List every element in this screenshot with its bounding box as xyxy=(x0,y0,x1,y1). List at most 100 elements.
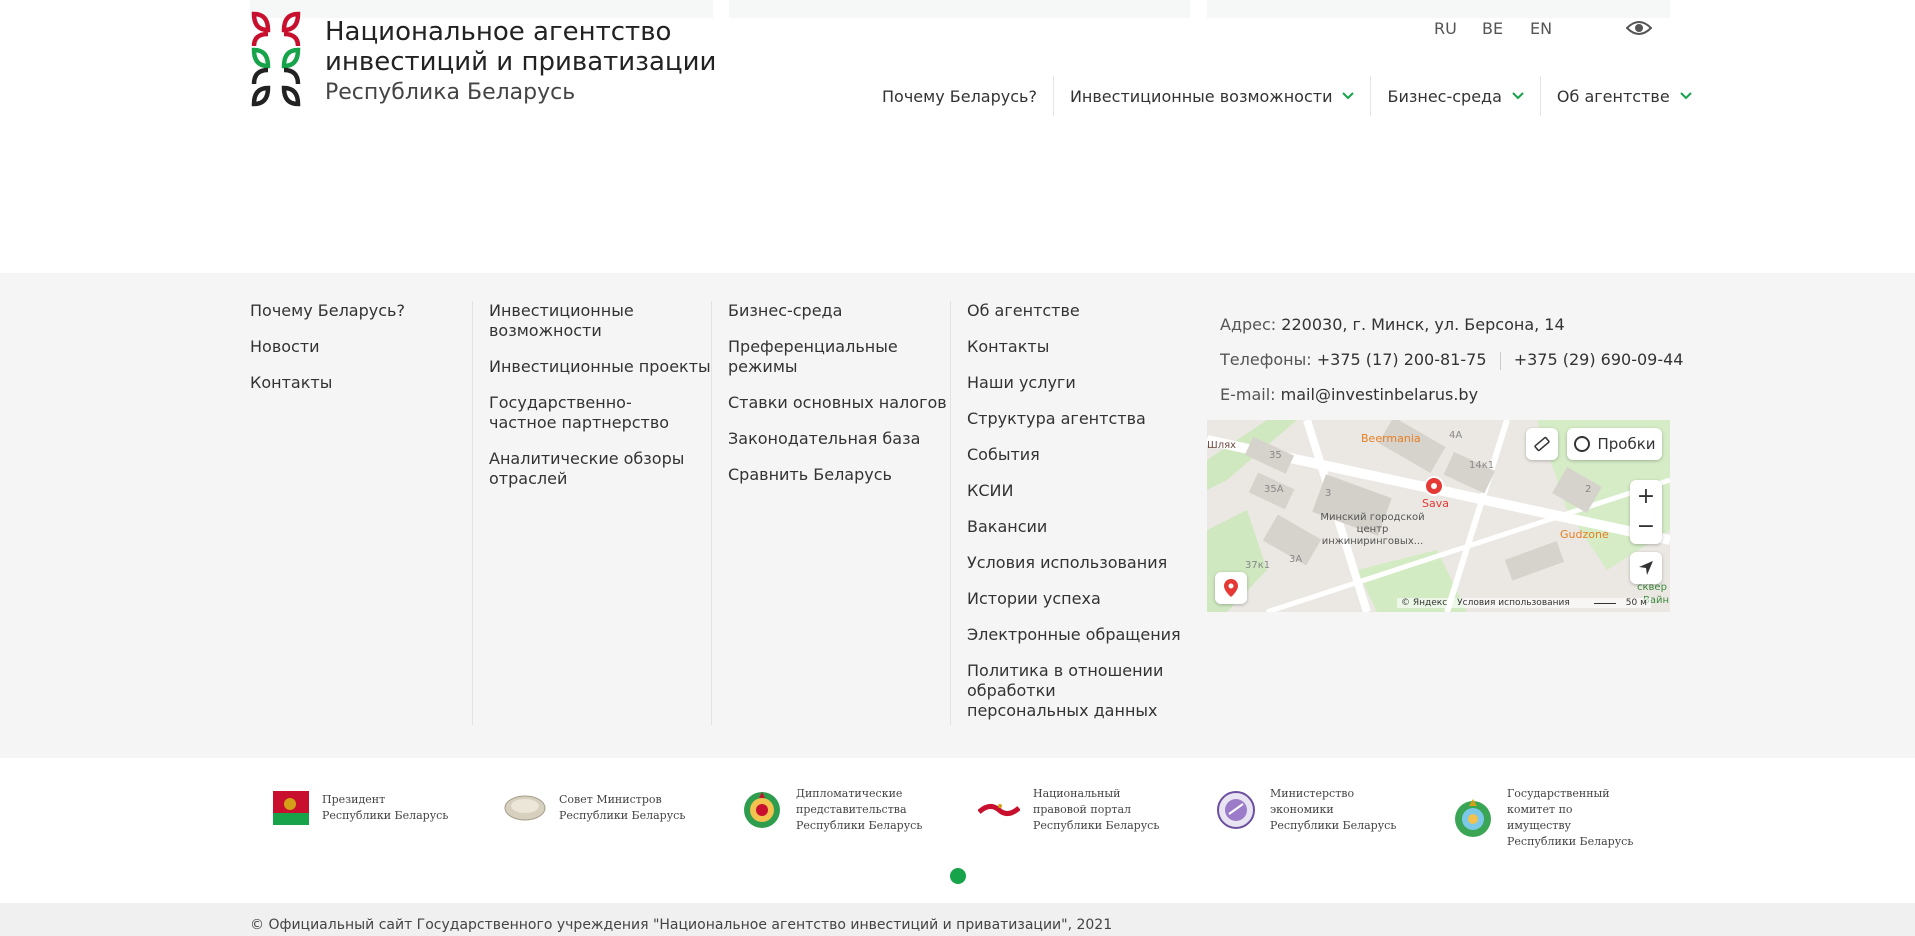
traffic-label: Пробки xyxy=(1597,435,1656,453)
chevron-down-icon xyxy=(1679,92,1692,100)
map-label-building: 4А xyxy=(1449,430,1463,441)
main-nav: Почему Беларусь? Инвестиционные возможно… xyxy=(870,76,1708,116)
map-poi-label: Gudzone xyxy=(1560,528,1609,541)
map-geolocate-button[interactable] xyxy=(1630,552,1662,584)
brand-title[interactable]: Национальное агентство инвестиций и прив… xyxy=(325,17,716,108)
contact-address: Адрес: 220030, г. Минск, ул. Берсона, 14 xyxy=(1220,315,1683,335)
footer-link[interactable]: Политика в отношении обработки персональ… xyxy=(967,661,1182,721)
yandex-map[interactable]: Шлях 35 35А 3 3А 37к1 4А 14к1 2 Beermani… xyxy=(1207,420,1670,612)
footer-link[interactable]: Государственно-частное партнерство xyxy=(489,393,699,433)
address-value: 220030, г. Минск, ул. Берсона, 14 xyxy=(1281,315,1565,334)
carousel-pagination-dot[interactable] xyxy=(950,868,966,884)
footer-link[interactable]: Преференциальные режимы xyxy=(728,337,898,377)
zoom-in-button[interactable]: + xyxy=(1637,482,1655,512)
partner-link[interactable]: Дипломатические представительства Респуб… xyxy=(740,786,926,834)
column-divider xyxy=(472,301,473,725)
agency-logo-icon[interactable] xyxy=(250,10,302,108)
footer-link[interactable]: Контакты xyxy=(967,337,1192,357)
contact-email: E-mail: mail@investinbelarus.by xyxy=(1220,385,1683,405)
partner-link[interactable]: Национальный правовой портал Республики … xyxy=(977,786,1163,834)
footer-link[interactable]: Электронные обращения xyxy=(967,625,1192,645)
partner-name: Дипломатические представительства Респуб… xyxy=(796,787,923,832)
footer-link[interactable]: КСИИ xyxy=(967,481,1192,501)
phone-divider xyxy=(1499,351,1501,370)
partners-carousel: Президент Республики Беларусь Совет Мини… xyxy=(0,758,1915,903)
ruler-icon xyxy=(1534,436,1550,452)
map-label-street: Шлях xyxy=(1207,440,1237,451)
footer-link[interactable]: Сравнить Беларусь xyxy=(728,465,953,485)
location-pin-icon xyxy=(1224,579,1238,597)
footer-link[interactable]: Новости xyxy=(250,337,475,357)
footer-col-3: Бизнес-среда Преференциальные режимы Ста… xyxy=(728,301,953,501)
map-label-building: 14к1 xyxy=(1469,460,1495,471)
nav-investment-opportunities[interactable]: Инвестиционные возможности xyxy=(1052,76,1371,116)
brand-line-2: инвестиций и приватизации xyxy=(325,47,717,77)
brand-line-1: Национальное агентство xyxy=(325,17,672,47)
footer-link[interactable]: Аналитические обзоры отраслей xyxy=(489,449,689,489)
ministry-economy-icon xyxy=(1214,788,1258,832)
map-traffic-button[interactable]: Пробки xyxy=(1567,428,1662,460)
footer-link[interactable]: События xyxy=(967,445,1192,465)
coat-of-arms-icon xyxy=(740,788,784,832)
footer-link[interactable]: Условия использования xyxy=(967,553,1192,573)
phone-label: Телефоны: xyxy=(1220,350,1312,369)
footer-col-1: Почему Беларусь? Новости Контакты xyxy=(250,301,475,409)
map-scale-label: 50 м xyxy=(1625,598,1647,608)
nav-label: Бизнес-среда xyxy=(1387,86,1502,106)
footer-link[interactable]: Почему Беларусь? xyxy=(250,301,475,321)
map-poi-label: Sava xyxy=(1422,497,1449,510)
lang-ru[interactable]: RU xyxy=(1434,19,1482,38)
footer-link[interactable]: Бизнес-среда xyxy=(728,301,953,321)
partner-link[interactable]: Президент Республики Беларусь xyxy=(266,786,452,830)
council-of-ministers-icon xyxy=(503,786,547,830)
footer-link[interactable]: Инвестиционные возможности xyxy=(489,301,659,341)
lang-en[interactable]: EN xyxy=(1530,19,1578,38)
footer-link[interactable]: Инвестиционные проекты xyxy=(489,357,714,377)
footer-link[interactable]: Ставки основных налогов xyxy=(728,393,953,413)
phone-link[interactable]: +375 (17) 200-81-75 xyxy=(1317,350,1487,369)
brand-subtitle: Республика Беларусь xyxy=(325,80,576,105)
map-pin-button[interactable] xyxy=(1215,572,1247,604)
footer-link[interactable]: Законодательная база xyxy=(728,429,953,449)
address-label: Адрес: xyxy=(1220,315,1277,334)
president-flag-icon xyxy=(266,786,310,830)
copyright-text: © Официальный сайт Государственного учре… xyxy=(250,917,1113,933)
footer-link[interactable]: Контакты xyxy=(250,373,475,393)
lang-be[interactable]: BE xyxy=(1482,19,1530,38)
map-poi-label: Beermania xyxy=(1361,432,1421,445)
nav-why-belarus[interactable]: Почему Беларусь? xyxy=(870,76,1053,116)
partner-name: Государственный комитет по имуществу Рес… xyxy=(1507,787,1634,848)
footer-link[interactable]: Вакансии xyxy=(967,517,1192,537)
footer-link[interactable]: Структура агентства xyxy=(967,409,1192,429)
chevron-down-icon xyxy=(1512,92,1524,100)
phone-link[interactable]: +375 (29) 690-09-44 xyxy=(1514,350,1684,369)
nav-about-agency[interactable]: Об агентстве xyxy=(1539,76,1708,116)
footer-link[interactable]: Наши услуги xyxy=(967,373,1192,393)
partner-link[interactable]: Государственный комитет по имуществу Рес… xyxy=(1451,786,1637,850)
map-poi-label: Минский городской центр инжиниринговых..… xyxy=(1320,512,1425,547)
zoom-out-button[interactable]: − xyxy=(1637,512,1655,542)
nav-label: Почему Беларусь? xyxy=(882,86,1037,106)
partner-link[interactable]: Министерство экономики Республики Белару… xyxy=(1214,786,1400,834)
partner-name: Министерство экономики Республики Белару… xyxy=(1270,787,1397,832)
email-link[interactable]: mail@investinbelarus.by xyxy=(1281,385,1478,404)
partner-link[interactable]: Совет Министров Республики Беларусь xyxy=(503,786,689,830)
nav-business-environment[interactable]: Бизнес-среда xyxy=(1370,76,1539,116)
footer-col-4: Об агентстве Контакты Наши услуги Структ… xyxy=(967,301,1192,737)
map-terms-link[interactable]: Условия использования xyxy=(1457,598,1570,608)
map-scale-bar xyxy=(1593,602,1616,604)
traffic-icon xyxy=(1574,436,1591,452)
map-zoom-control: + − xyxy=(1630,480,1662,544)
accessibility-eye-icon[interactable] xyxy=(1626,18,1652,38)
map-marker-icon[interactable] xyxy=(1423,475,1445,497)
map-copyright[interactable]: © Яндекс xyxy=(1401,598,1447,608)
footer-link[interactable]: Истории успеха xyxy=(967,589,1192,609)
map-label-building: 3А xyxy=(1289,554,1303,565)
nav-label: Инвестиционные возможности xyxy=(1069,86,1333,106)
legal-portal-icon xyxy=(977,788,1021,832)
map-label-building: 37к1 xyxy=(1245,560,1271,571)
footer-link[interactable]: Об агентстве xyxy=(967,301,1192,321)
state-property-committee-icon xyxy=(1451,796,1495,840)
map-ruler-button[interactable] xyxy=(1526,428,1558,460)
column-divider xyxy=(950,301,951,725)
